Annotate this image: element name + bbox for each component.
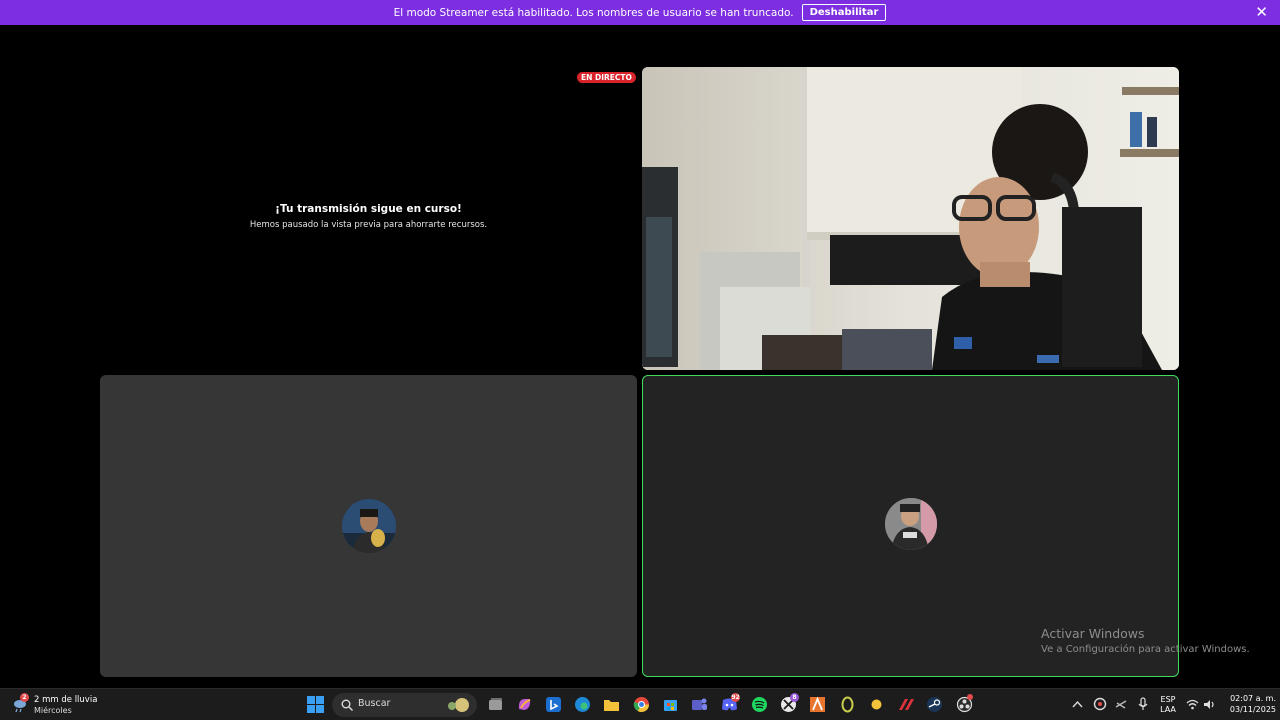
ring-app-icon[interactable] — [839, 696, 856, 713]
folder-icon[interactable] — [603, 696, 620, 713]
webcam-feed-image — [642, 67, 1179, 370]
xbox-badge: 8 — [790, 693, 799, 702]
language-indicator[interactable]: ESP LAA — [1158, 695, 1178, 715]
search-placeholder: Buscar — [358, 698, 391, 709]
stream-preview-tile[interactable]: ¡Tu transmisión sigue en curso! Hemos pa… — [100, 67, 637, 370]
language-code: ESP — [1160, 695, 1176, 704]
user-avatar-icon — [885, 498, 937, 550]
search-icon — [341, 699, 353, 711]
game-launcher-icon[interactable] — [898, 696, 915, 713]
watermark-title: Activar Windows — [1041, 626, 1145, 641]
clock-date: 03/11/2025 — [1229, 705, 1276, 714]
office-icon[interactable] — [809, 696, 826, 713]
discord-call-window: El modo Streamer está habilitado. Los no… — [0, 0, 1280, 720]
steam-icon[interactable] — [926, 696, 943, 713]
windows-activation-watermark: Activar Windows Ve a Configuración para … — [1041, 626, 1250, 655]
stream-paused-message: ¡Tu transmisión sigue en curso! Hemos pa… — [100, 203, 637, 230]
wifi-icon[interactable] — [1186, 698, 1199, 711]
task-view-icon[interactable] — [487, 696, 504, 713]
search-highlight-icon — [448, 698, 469, 712]
live-badge: EN DIRECTO — [577, 72, 636, 83]
volume-icon[interactable] — [1203, 698, 1216, 711]
yellow-dot-icon[interactable] — [868, 696, 885, 713]
watermark-subtitle: Ve a Configuración para activar Windows. — [1041, 644, 1250, 655]
disconnected-icon[interactable] — [1114, 697, 1128, 711]
user-avatar-icon — [342, 499, 396, 553]
tray-app-icon[interactable] — [1093, 697, 1107, 711]
clock-time: 02:07 a. m. — [1230, 694, 1276, 703]
windows-taskbar: 2 2 mm de lluvia Miércoles Buscar 92 8 E… — [0, 688, 1280, 720]
weather-widget[interactable]: 2 2 mm de lluvia Miércoles — [12, 693, 112, 717]
banner-message: El modo Streamer está habilitado. Los no… — [393, 6, 794, 19]
stream-paused-subtitle: Hemos pausado la vista previa para ahorr… — [249, 220, 488, 230]
weather-day: Miércoles — [34, 706, 72, 715]
obs-recording-dot — [967, 694, 973, 700]
bing-icon[interactable] — [545, 696, 562, 713]
copilot-icon[interactable] — [516, 696, 533, 713]
microphone-icon[interactable] — [1136, 697, 1150, 711]
windows-logo-icon[interactable] — [307, 696, 324, 713]
streamer-mode-banner: El modo Streamer está habilitado. Los no… — [0, 0, 1280, 25]
chevron-up-icon[interactable] — [1071, 698, 1084, 711]
participant-tile[interactable] — [100, 375, 637, 677]
chrome-icon[interactable] — [633, 696, 650, 713]
store-icon[interactable] — [662, 696, 679, 713]
weather-condition: 2 mm de lluvia — [34, 695, 98, 705]
weather-badge: 2 — [20, 693, 29, 702]
stream-paused-title: ¡Tu transmisión sigue en curso! — [275, 203, 462, 215]
discord-badge: 92 — [731, 693, 740, 702]
spotify-icon[interactable] — [751, 696, 768, 713]
search-box[interactable]: Buscar — [332, 693, 477, 717]
clock[interactable]: 02:07 a. m. 03/11/2025 — [1220, 693, 1276, 715]
edge-icon[interactable] — [574, 696, 591, 713]
camera-video-tile[interactable] — [642, 67, 1179, 370]
disable-streamer-mode-button[interactable]: Deshabilitar — [801, 4, 887, 21]
teams-icon[interactable] — [691, 696, 708, 713]
keyboard-layout: LAA — [1160, 705, 1176, 714]
close-icon[interactable]: ✕ — [1255, 4, 1268, 20]
